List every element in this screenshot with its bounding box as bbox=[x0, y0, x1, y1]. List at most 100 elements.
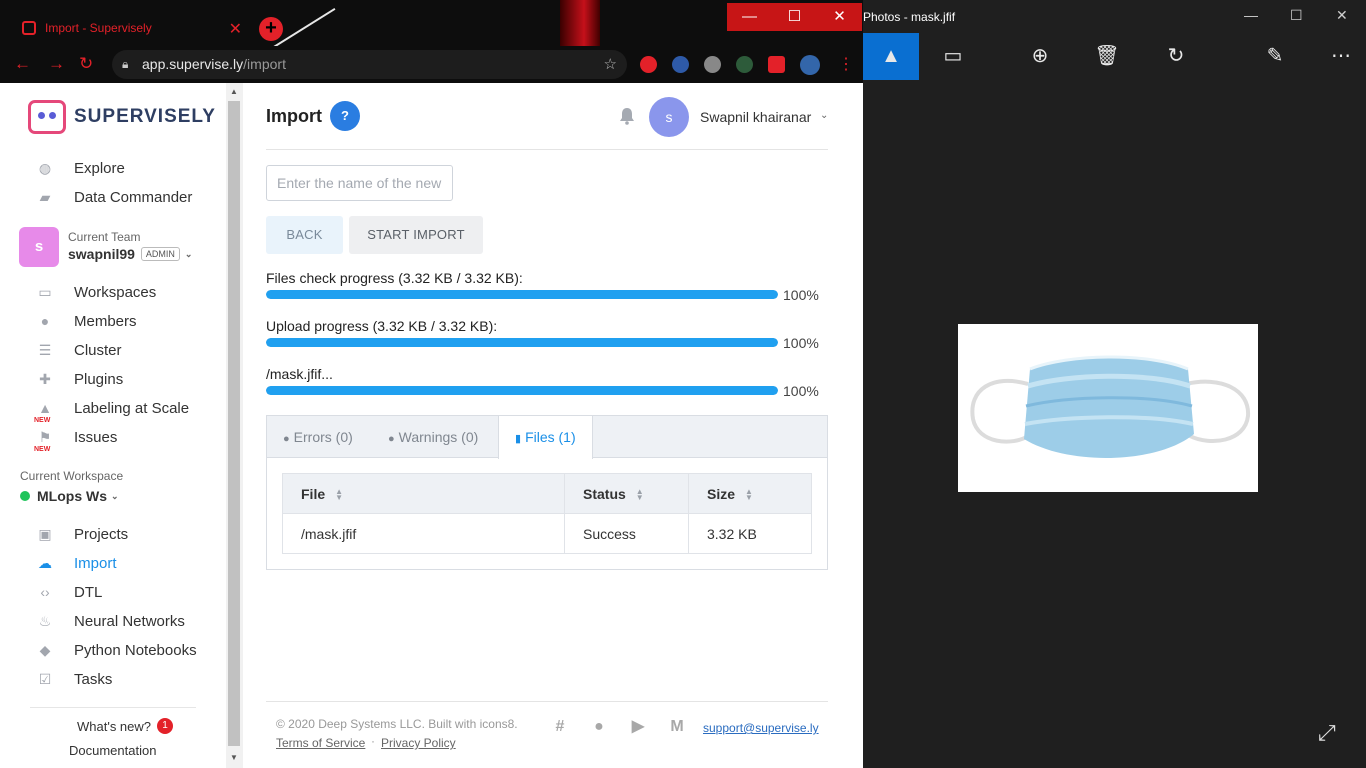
sidebar-item-label: Explore bbox=[74, 159, 125, 177]
user-name[interactable]: Swapnil khairanar bbox=[700, 109, 811, 125]
tab-files[interactable]: ▮ Files (1) bbox=[498, 416, 593, 459]
sort-icon[interactable]: ▲ ▼ bbox=[745, 487, 753, 501]
team-name: swapnil99 bbox=[68, 246, 135, 262]
sidebar-item-dtl[interactable]: ‹› DTL bbox=[36, 580, 102, 604]
address-bar[interactable]: 🔒︎ app.supervise.ly/import ☆ bbox=[112, 50, 627, 79]
column-header-size[interactable]: Size ▲ ▼ bbox=[688, 473, 812, 514]
new-tab-button[interactable]: + bbox=[259, 17, 283, 41]
upload-progress-label: Upload progress (3.32 KB / 3.32 KB): bbox=[266, 318, 498, 334]
sidebar-scrollbar[interactable]: ▲ ▼ bbox=[226, 83, 243, 768]
results-panel: ● Errors (0) ● Warnings (0) ▮ Files (1) Fil… bbox=[266, 415, 828, 570]
lock-icon: 🔒︎ bbox=[122, 57, 129, 71]
sidebar-item-members[interactable]: ● Members bbox=[36, 309, 137, 333]
folder-icon: ▰ bbox=[39, 189, 51, 205]
role-badge: ADMIN bbox=[140, 247, 180, 261]
user-avatar[interactable]: s bbox=[649, 97, 689, 137]
table-row: /mask.jfif Success 3.32 KB bbox=[282, 513, 812, 554]
rotate-icon[interactable]: ↻ bbox=[1148, 33, 1204, 80]
sidebar-item-import[interactable]: ☁ Import bbox=[36, 551, 117, 575]
scrollbar-thumb[interactable] bbox=[228, 101, 240, 746]
profile-avatar-icon[interactable] bbox=[800, 55, 820, 75]
see-all-photos-icon[interactable]: ▲ bbox=[863, 33, 919, 80]
sort-icon[interactable]: ▲ ▼ bbox=[636, 487, 644, 501]
fullscreen-expand-icon[interactable]: ⤢ bbox=[1318, 720, 1336, 746]
edit-draw-icon[interactable]: ✎ bbox=[1247, 33, 1303, 80]
sidebar-item-data-commander[interactable]: ▰ Data Commander bbox=[36, 185, 193, 209]
sidebar-item-tasks[interactable]: ☑ Tasks bbox=[36, 667, 113, 691]
copyright-text: © 2020 Deep Systems LLC. Built with icon… bbox=[276, 717, 518, 731]
face-mask-image bbox=[970, 355, 1251, 458]
maximize-button[interactable]: ☐ bbox=[772, 3, 817, 31]
file-progress-percent: 100% bbox=[783, 383, 819, 399]
reload-icon[interactable]: ↻ bbox=[79, 54, 93, 74]
team-avatar[interactable]: s bbox=[19, 227, 59, 267]
team-selector[interactable]: swapnil99 ADMIN ⌄ bbox=[68, 246, 192, 262]
sidebar-item-cluster[interactable]: ☰ Cluster bbox=[36, 338, 122, 362]
slack-icon[interactable]: # bbox=[550, 717, 570, 737]
scroll-up-icon[interactable]: ▲ bbox=[230, 87, 238, 96]
privacy-link[interactable]: Privacy Policy bbox=[381, 736, 456, 750]
extension-green-icon[interactable] bbox=[736, 56, 753, 73]
documentation-link[interactable]: Documentation bbox=[69, 743, 156, 758]
extension-blue-icon[interactable] bbox=[672, 56, 689, 73]
files-check-progress-bar bbox=[266, 290, 778, 299]
footer-divider bbox=[266, 701, 828, 702]
tab-close-icon[interactable]: ✕ bbox=[229, 19, 242, 39]
close-window-button[interactable]: ✕ bbox=[817, 3, 862, 31]
forward-arrow-icon[interactable]: → bbox=[48, 54, 65, 74]
sidebar-item-workspaces[interactable]: ▭ Workspaces bbox=[36, 280, 156, 304]
start-import-button[interactable]: START IMPORT bbox=[349, 216, 483, 254]
more-options-icon[interactable]: ⋯ bbox=[1313, 33, 1366, 80]
photos-close-button[interactable]: ✕ bbox=[1336, 7, 1348, 24]
back-arrow-icon[interactable]: ← bbox=[14, 54, 31, 74]
whats-new-label: What's new? bbox=[77, 718, 152, 734]
sidebar-item-label: Neural Networks bbox=[74, 612, 185, 630]
sort-icon[interactable]: ▲ ▼ bbox=[335, 487, 343, 501]
add-to-album-icon[interactable]: ▭ bbox=[925, 33, 981, 80]
column-header-status[interactable]: Status ▲ ▼ bbox=[564, 473, 689, 514]
delete-icon[interactable]: 🗑︎ bbox=[1079, 33, 1135, 80]
sidebar-item-plugins[interactable]: ✚ Plugins bbox=[36, 367, 123, 391]
column-header-file[interactable]: File ▲ ▼ bbox=[282, 473, 565, 514]
bell-icon[interactable] bbox=[619, 107, 635, 125]
sidebar-item-label: Projects bbox=[74, 525, 129, 543]
extensions-puzzle-icon[interactable] bbox=[768, 56, 785, 73]
github-icon[interactable]: ● bbox=[589, 717, 609, 737]
browser-menu-icon[interactable]: ⋮ bbox=[838, 54, 854, 74]
sidebar-item-issues[interactable]: ⚑ NEW Issues bbox=[34, 425, 117, 454]
minimize-button[interactable]: — bbox=[727, 3, 772, 31]
support-email-link[interactable]: support@supervise.ly bbox=[703, 721, 819, 735]
chevron-down-icon[interactable]: ⌄ bbox=[820, 110, 828, 121]
extension-adblock-icon[interactable] bbox=[640, 56, 657, 73]
whats-new-link[interactable]: What's new? 1 bbox=[77, 718, 174, 734]
back-button[interactable]: BACK bbox=[266, 216, 343, 254]
sidebar-item-explore[interactable]: ◍ Explore bbox=[36, 156, 125, 180]
table-header-row: File ▲ ▼ Status ▲ ▼ Size ▲ ▼ bbox=[282, 473, 812, 514]
logo-text: SUPERVISELY bbox=[74, 106, 216, 127]
scroll-down-icon[interactable]: ▼ bbox=[230, 753, 238, 762]
sidebar-item-labeling-at-scale[interactable]: ▲ NEW Labeling at Scale bbox=[34, 396, 189, 425]
sidebar-item-neural-networks[interactable]: ♨ Neural Networks bbox=[36, 609, 185, 633]
sidebar-item-python-notebooks[interactable]: ◆ Python Notebooks bbox=[36, 638, 197, 662]
bookmark-star-icon[interactable]: ☆ bbox=[604, 50, 617, 79]
supervisely-logo[interactable]: SUPERVISELY bbox=[28, 100, 216, 134]
zoom-in-icon[interactable]: ⊕ bbox=[1012, 33, 1068, 80]
medium-icon[interactable]: M bbox=[667, 717, 687, 737]
workspace-status-dot bbox=[20, 491, 30, 501]
tab-errors[interactable]: ● Errors (0) bbox=[267, 416, 369, 458]
browser-tab[interactable]: Import - Supervisely ✕ bbox=[8, 10, 248, 46]
workspace-selector[interactable]: MLops Ws ⌄ bbox=[20, 488, 119, 504]
header-divider bbox=[266, 149, 828, 150]
puzzle-icon: ✚ bbox=[39, 371, 51, 387]
photos-maximize-button[interactable]: ☐ bbox=[1290, 7, 1303, 24]
extension-download-icon[interactable] bbox=[704, 56, 721, 73]
photos-minimize-button[interactable]: — bbox=[1244, 7, 1258, 23]
cell-status: Success bbox=[564, 513, 689, 554]
terms-link[interactable]: Terms of Service bbox=[276, 736, 365, 750]
files-check-progress-label: Files check progress (3.32 KB / 3.32 KB)… bbox=[266, 270, 523, 286]
project-name-input[interactable] bbox=[266, 165, 453, 201]
tab-warnings[interactable]: ● Warnings (0) bbox=[372, 416, 494, 458]
sidebar-item-projects[interactable]: ▣ Projects bbox=[36, 522, 128, 546]
help-button[interactable]: ? bbox=[330, 101, 360, 131]
youtube-icon[interactable]: ▶ bbox=[628, 717, 648, 737]
